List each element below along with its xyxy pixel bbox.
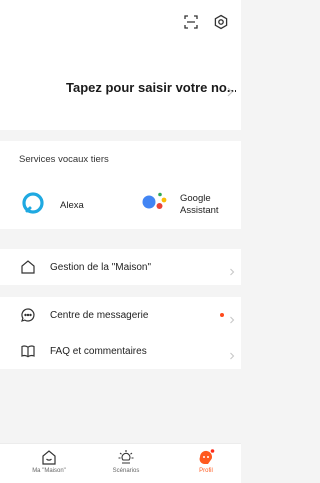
google-assistant-label-line1: Google	[180, 192, 211, 204]
top-actions	[183, 14, 229, 30]
profile-name-prompt[interactable]: Tapez pour saisir votre no...	[66, 80, 236, 95]
google-assistant-label-line2: Assistant	[180, 204, 219, 216]
alexa-label: Alexa	[60, 199, 84, 211]
chevron-right-icon	[228, 347, 236, 360]
google-assistant-service[interactable]: Google Assistant	[140, 190, 219, 219]
faq-row[interactable]: FAQ et commentaires	[0, 333, 241, 369]
google-assistant-icon	[140, 190, 170, 219]
message-icon	[20, 307, 36, 323]
tab-scenes-label: Scénarios	[112, 468, 140, 474]
alexa-service[interactable]: Alexa	[22, 192, 84, 219]
home-management-row[interactable]: Gestion de la "Maison"	[0, 249, 241, 285]
scan-icon[interactable]	[183, 14, 199, 30]
tab-profile[interactable]: Profil	[176, 448, 236, 474]
tab-scenes[interactable]: Scénarios	[96, 448, 156, 474]
profile-tab-icon	[197, 448, 216, 466]
unread-dot	[220, 313, 224, 317]
voice-services-card: Services vocaux tiers Alexa Google Assis…	[0, 141, 241, 229]
tab-profile-label: Profil	[199, 468, 213, 474]
home-icon	[20, 259, 36, 275]
book-icon	[20, 343, 36, 359]
home-tab-icon	[40, 448, 58, 466]
scenes-sun-icon	[117, 448, 135, 466]
tab-home[interactable]: Ma "Maison"	[19, 448, 79, 474]
message-center-label: Centre de messagerie	[50, 309, 149, 321]
settings-icon[interactable]	[213, 14, 229, 30]
google-assistant-label: Google Assistant	[180, 193, 219, 217]
home-management-label: Gestion de la "Maison"	[50, 261, 152, 273]
voice-services-title: Services vocaux tiers	[19, 154, 109, 165]
faq-label: FAQ et commentaires	[50, 345, 147, 357]
tab-home-label: Ma "Maison"	[32, 468, 66, 474]
chevron-right-icon	[228, 263, 236, 276]
alexa-icon	[22, 192, 44, 219]
chevron-right-icon	[225, 84, 235, 97]
message-center-row[interactable]: Centre de messagerie	[0, 297, 241, 333]
bottom-tab-bar: Ma "Maison" Scénarios Profil	[0, 443, 241, 483]
chevron-right-icon	[228, 311, 236, 324]
profile-header: Tapez pour saisir votre no...	[0, 0, 241, 130]
